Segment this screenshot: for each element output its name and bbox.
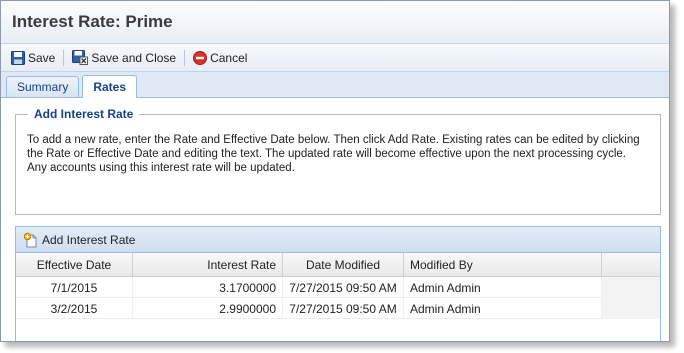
- effective-date-cell[interactable]: 7/1/2015: [16, 277, 133, 298]
- column-header-modified-by[interactable]: Modified By: [404, 253, 602, 277]
- tab-strip: Summary Rates: [1, 72, 669, 98]
- tab-rates[interactable]: Rates: [82, 75, 138, 98]
- toolbar-divider: [184, 49, 186, 66]
- save-and-close-button[interactable]: Save and Close: [68, 47, 180, 69]
- instructions-text: To add a new rate, enter the Rate and Ef…: [27, 134, 640, 174]
- interest-rate-window: Interest Rate: Prime Save Save and Close: [0, 0, 670, 342]
- interest-rate-cell[interactable]: 3.1700000: [133, 277, 283, 298]
- column-header-effective-date[interactable]: Effective Date: [16, 253, 133, 277]
- main-toolbar: Save Save and Close Cancel: [1, 44, 669, 72]
- floppy-disk-icon: [11, 50, 25, 65]
- fieldset-legend: Add Interest Rate: [28, 107, 140, 121]
- row-filler: [602, 277, 660, 298]
- interest-rate-grid: Add Interest Rate Effective Date Interes…: [15, 226, 661, 341]
- save-button[interactable]: Save: [7, 47, 59, 69]
- table-row[interactable]: 3/2/2015 2.9900000 7/27/2015 09:50 AM Ad…: [16, 298, 660, 319]
- save-label: Save: [28, 50, 56, 65]
- toolbar-divider: [63, 49, 65, 66]
- date-modified-cell: 7/27/2015 09:50 AM: [283, 298, 404, 319]
- modified-by-cell: Admin Admin: [404, 298, 602, 319]
- grid-toolbar: Add Interest Rate: [16, 227, 660, 253]
- grid-header: Effective Date Interest Rate Date Modifi…: [16, 253, 660, 277]
- column-header-interest-rate[interactable]: Interest Rate: [133, 253, 283, 277]
- effective-date-cell[interactable]: 3/2/2015: [16, 298, 133, 319]
- date-modified-cell: 7/27/2015 09:50 AM: [283, 277, 404, 298]
- row-filler: [602, 298, 660, 319]
- add-document-icon: [23, 232, 37, 247]
- save-and-close-label: Save and Close: [91, 50, 177, 65]
- column-header-filler: [602, 253, 660, 277]
- cancel-label: Cancel: [210, 50, 248, 65]
- column-header-date-modified[interactable]: Date Modified: [283, 253, 404, 277]
- add-interest-rate-label: Add Interest Rate: [42, 232, 136, 247]
- table-row[interactable]: 7/1/2015 3.1700000 7/27/2015 09:50 AM Ad…: [16, 277, 660, 298]
- cancel-button[interactable]: Cancel: [189, 47, 251, 69]
- rates-tab-panel: Add Interest Rate To add a new rate, ent…: [1, 98, 669, 341]
- tab-summary[interactable]: Summary: [6, 76, 80, 97]
- cancel-icon: [193, 50, 208, 65]
- title-bar: Interest Rate: Prime: [1, 1, 669, 44]
- save-and-close-icon: [72, 50, 89, 65]
- modified-by-cell: Admin Admin: [404, 277, 602, 298]
- window-title: Interest Rate: Prime: [12, 12, 173, 31]
- interest-rate-cell[interactable]: 2.9900000: [133, 298, 283, 319]
- add-interest-rate-button[interactable]: Add Interest Rate: [21, 229, 137, 251]
- add-interest-rate-fieldset: Add Interest Rate To add a new rate, ent…: [15, 107, 661, 215]
